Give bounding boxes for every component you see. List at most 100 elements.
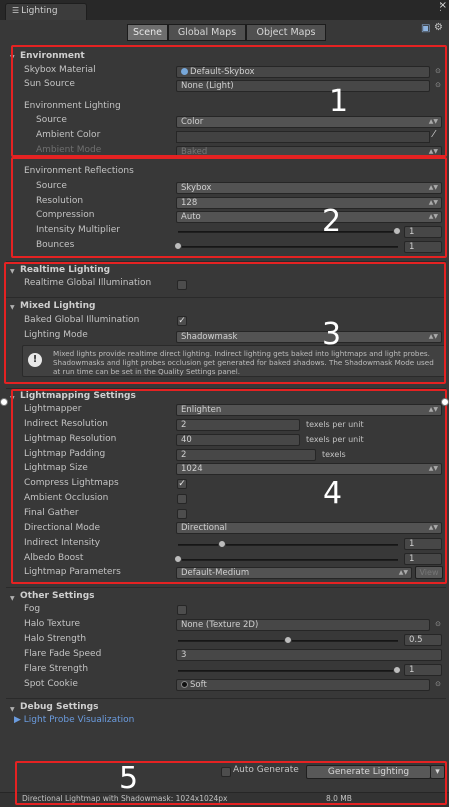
dropdown-arrow-icon: ▲▼ (428, 118, 438, 125)
indirect-intensity-thumb[interactable] (218, 540, 226, 548)
lightmap-size-dropdown[interactable]: 1024 ▲▼ (176, 463, 442, 475)
bounces-slider[interactable] (178, 246, 398, 248)
bounces-input[interactable]: 1 (404, 241, 442, 253)
window-tab[interactable]: ☰ Lighting (5, 3, 87, 20)
texture-icon (181, 681, 188, 688)
refl-source-dropdown[interactable]: Skybox ▲▼ (176, 182, 442, 194)
albedo-boost-input[interactable]: 1 (404, 553, 442, 565)
dropdown-arrow-icon: ▲▼ (398, 569, 408, 576)
section-divider (6, 297, 446, 298)
lightmapper-dropdown[interactable]: Enlighten ▲▼ (176, 404, 442, 416)
skybox-material-label: Skybox Material (24, 65, 96, 75)
mixed-fold-icon[interactable]: ▼ (10, 304, 15, 311)
intensity-multiplier-thumb[interactable] (393, 227, 401, 235)
tab-scene[interactable]: Scene (127, 24, 168, 41)
indirect-intensity-label: Indirect Intensity (24, 538, 101, 548)
realtime-fold-icon[interactable]: ▼ (10, 268, 15, 275)
realtime-gi-checkbox[interactable] (177, 280, 187, 290)
eyedropper-icon[interactable]: ⁄ (433, 129, 435, 140)
annotation-number-2: 2 (322, 204, 342, 239)
intensity-multiplier-slider[interactable] (178, 231, 398, 233)
flare-fade-input[interactable]: 3 (176, 649, 442, 661)
refl-resolution-value: 128 (181, 198, 198, 208)
refl-compression-dropdown[interactable]: Auto ▲▼ (176, 211, 442, 223)
view-button[interactable]: View (415, 566, 443, 579)
chevron-down-icon: ▾ (435, 767, 440, 777)
other-fold-icon[interactable]: ▼ (10, 595, 15, 602)
skybox-material-field[interactable]: Default-Skybox (176, 66, 430, 78)
flare-strength-input[interactable]: 1 (404, 664, 442, 676)
halo-strength-input[interactable]: 0.5 (404, 634, 442, 646)
intensity-multiplier-input[interactable]: 1 (404, 226, 442, 238)
directional-mode-value: Directional (181, 523, 227, 533)
lightmapping-header[interactable]: Lightmapping Settings (20, 391, 136, 401)
object-picker-icon[interactable]: ⊙ (435, 81, 441, 89)
tab-object-maps[interactable]: Object Maps (246, 24, 326, 41)
baked-gi-label: Baked Global Illumination (24, 315, 140, 325)
env-source-dropdown[interactable]: Color ▲▼ (176, 116, 442, 128)
baked-gi-checkbox[interactable]: ✓ (177, 316, 187, 326)
bounces-thumb[interactable] (174, 242, 182, 250)
flare-strength-slider[interactable] (178, 670, 398, 672)
environment-fold-icon[interactable]: ▼ (10, 54, 15, 61)
other-settings-header[interactable]: Other Settings (20, 591, 95, 601)
indirect-intensity-input[interactable]: 1 (404, 538, 442, 550)
annotation-number-3: 3 (322, 317, 342, 352)
lightmap-resolution-input[interactable]: 40 (176, 434, 300, 446)
lightmapping-fold-icon[interactable]: ▼ (10, 395, 15, 402)
environment-header[interactable]: Environment (20, 51, 85, 61)
ambient-color-swatch[interactable] (176, 131, 430, 143)
annotation-number-5: 5 (119, 761, 139, 796)
light-probe-visualization-link[interactable]: ▶ Light Probe Visualization (14, 715, 134, 725)
annotation-number-1: 1 (329, 84, 349, 119)
lightmap-padding-label: Lightmap Padding (24, 449, 106, 459)
intensity-multiplier-label: Intensity Multiplier (36, 225, 120, 235)
albedo-boost-thumb[interactable] (174, 555, 182, 563)
gear-icon[interactable]: ⚙ (434, 22, 443, 33)
debug-fold-icon[interactable]: ▼ (10, 706, 15, 713)
ambient-mode-label: Ambient Mode (36, 145, 102, 155)
compress-lightmaps-checkbox[interactable]: ✓ (177, 479, 187, 489)
object-picker-icon[interactable]: ⊙ (435, 680, 441, 688)
generate-lighting-button[interactable]: Generate Lighting (306, 765, 431, 779)
lightmap-parameters-dropdown[interactable]: Default-Medium ▲▼ (176, 567, 412, 579)
halo-texture-label: Halo Texture (24, 619, 81, 629)
albedo-boost-slider[interactable] (178, 559, 398, 561)
directional-mode-dropdown[interactable]: Directional ▲▼ (176, 522, 442, 534)
object-picker-icon[interactable]: ⊙ (435, 67, 441, 75)
refl-compression-label: Compression (36, 210, 95, 220)
refl-resolution-label: Resolution (36, 196, 84, 206)
debug-settings-header[interactable]: Debug Settings (20, 702, 98, 712)
compress-lightmaps-label: Compress Lightmaps (24, 478, 119, 488)
lightmap-parameters-label: Lightmap Parameters (24, 567, 121, 577)
halo-texture-field[interactable]: None (Texture 2D) (176, 619, 430, 631)
fog-checkbox[interactable] (177, 605, 187, 615)
indirect-intensity-slider[interactable] (178, 544, 398, 546)
realtime-lighting-header[interactable]: Realtime Lighting (20, 265, 110, 275)
lightmapper-label: Lightmapper (24, 404, 82, 414)
object-picker-icon[interactable]: ⊙ (435, 620, 441, 628)
mixed-lighting-header[interactable]: Mixed Lighting (20, 301, 95, 311)
sun-source-field[interactable]: None (Light) (176, 80, 430, 92)
flare-strength-thumb[interactable] (393, 666, 401, 674)
lightmap-padding-input[interactable]: 2 (176, 449, 316, 461)
final-gather-checkbox[interactable] (177, 509, 187, 519)
lighting-mode-value: Shadowmask (181, 332, 238, 342)
dropdown-arrow-icon: ▲▼ (428, 406, 438, 413)
refl-source-label: Source (36, 181, 67, 191)
halo-strength-thumb[interactable] (284, 636, 292, 644)
lighting-mode-dropdown[interactable]: Shadowmask ▲▼ (176, 331, 442, 343)
book-icon[interactable]: ▣ (421, 23, 430, 34)
tab-global-maps[interactable]: Global Maps (168, 24, 246, 41)
kebab-menu-icon[interactable]: ⋮ (436, 3, 445, 13)
lightmap-size-status: 8.0 MB (326, 794, 352, 803)
light-probe-visualization-label: Light Probe Visualization (23, 715, 135, 725)
ambient-occlusion-checkbox[interactable] (177, 494, 187, 504)
spot-cookie-field[interactable]: Soft (176, 679, 430, 691)
indirect-resolution-input[interactable]: 2 (176, 419, 300, 431)
mixed-lighting-help-box: ! Mixed lights provide realtime direct l… (22, 345, 446, 377)
generate-options-button[interactable]: ▾ (430, 765, 445, 779)
auto-generate-checkbox[interactable] (221, 767, 231, 777)
ambient-mode-dropdown: Baked ▲▼ (176, 146, 442, 158)
refl-resolution-dropdown[interactable]: 128 ▲▼ (176, 197, 442, 209)
